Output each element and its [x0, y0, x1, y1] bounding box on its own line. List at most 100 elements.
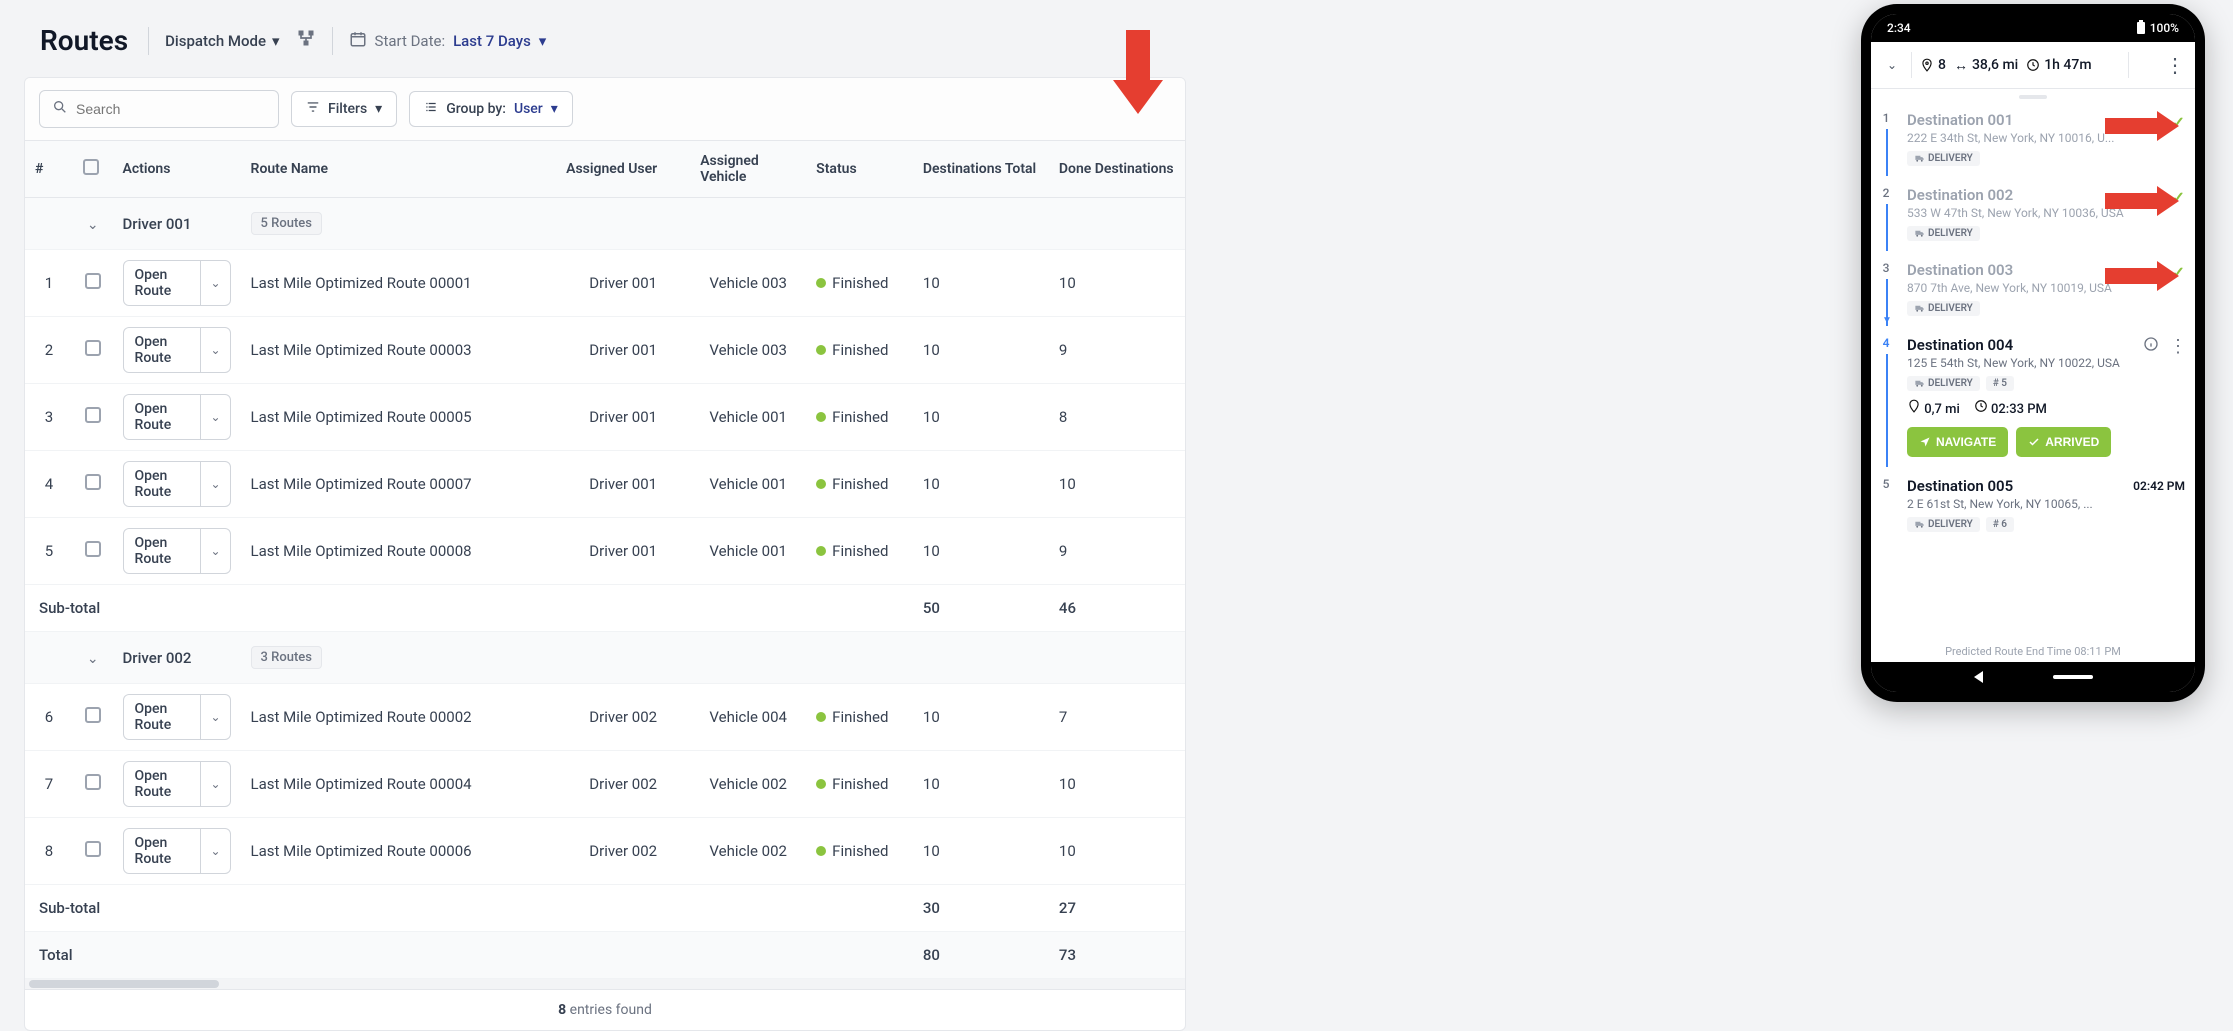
row-checkbox[interactable]	[85, 474, 101, 490]
drag-handle[interactable]	[2019, 95, 2047, 99]
table-row[interactable]: 1 Open Route ⌄ Last Mile Optimized Route…	[25, 250, 1185, 317]
chevron-down-icon: ▾	[375, 101, 382, 117]
table-row[interactable]: 7 Open Route ⌄ Last Mile Optimized Route…	[25, 751, 1185, 818]
navigate-button[interactable]: NAVIGATE	[1907, 427, 2008, 457]
assigned-vehicle: Vehicle 001	[690, 384, 806, 451]
assigned-user: Driver 001	[556, 317, 690, 384]
group-row[interactable]: ⌄ Driver 002 3 Routes	[25, 632, 1185, 684]
destinations-total: 10	[913, 684, 1049, 751]
open-route-caret[interactable]: ⌄	[200, 529, 229, 573]
destination-item[interactable]: 5 Destination 005 2 E 61st St, New York,…	[1871, 467, 2195, 542]
status-cell: Finished	[806, 384, 913, 451]
row-checkbox[interactable]	[85, 541, 101, 557]
open-route-button[interactable]: Open Route ⌄	[123, 461, 231, 507]
table-row[interactable]: 3 Open Route ⌄ Last Mile Optimized Route…	[25, 384, 1185, 451]
status-cell: Finished	[806, 250, 913, 317]
open-route-caret[interactable]: ⌄	[200, 328, 229, 372]
table-row[interactable]: 6 Open Route ⌄ Last Mile Optimized Route…	[25, 684, 1185, 751]
select-all-checkbox[interactable]	[83, 159, 99, 175]
col-route-name[interactable]: Route Name	[241, 141, 557, 198]
row-number: 5	[25, 518, 73, 585]
open-route-button[interactable]: Open Route ⌄	[123, 761, 231, 807]
chevron-down-icon: ▾	[551, 101, 558, 117]
open-route-caret[interactable]: ⌄	[200, 462, 229, 506]
open-route-label[interactable]: Open Route	[124, 695, 201, 739]
kebab-menu-icon[interactable]: ⋮	[2169, 336, 2187, 357]
chevron-down-icon[interactable]: ⌄	[87, 217, 99, 233]
groupby-button[interactable]: Group by: User ▾	[409, 91, 573, 127]
destination-item[interactable]: 1 Destination 001 222 E 34th St, New Yor…	[1871, 101, 2195, 176]
col-actions[interactable]: Actions	[113, 141, 241, 198]
open-route-button[interactable]: Open Route ⌄	[123, 694, 231, 740]
col-assigned-vehicle[interactable]: Assigned Vehicle	[690, 141, 806, 198]
open-route-button[interactable]: Open Route ⌄	[123, 828, 231, 874]
assigned-vehicle: Vehicle 003	[690, 250, 806, 317]
table-row[interactable]: 2 Open Route ⌄ Last Mile Optimized Route…	[25, 317, 1185, 384]
destinations-list[interactable]: 1 Destination 001 222 E 34th St, New Yor…	[1871, 101, 2195, 641]
row-number: 6	[25, 684, 73, 751]
group-row[interactable]: ⌄ Driver 001 5 Routes	[25, 198, 1185, 250]
open-route-button[interactable]: Open Route ⌄	[123, 260, 231, 306]
open-route-label[interactable]: Open Route	[124, 829, 201, 873]
entries-suffix: entries found	[566, 1002, 652, 1018]
android-back-button[interactable]	[1974, 671, 1983, 683]
arrived-button[interactable]: ARRIVED	[2016, 427, 2111, 457]
row-checkbox[interactable]	[85, 273, 101, 289]
chevron-down-icon: ▾	[272, 32, 280, 50]
assigned-vehicle: Vehicle 002	[690, 818, 806, 885]
open-route-caret[interactable]: ⌄	[200, 762, 229, 806]
collapse-chevron-icon[interactable]: ⌄	[1881, 58, 1903, 72]
arrow-down-icon: ▼	[1882, 315, 1892, 326]
table-row[interactable]: 8 Open Route ⌄ Last Mile Optimized Route…	[25, 818, 1185, 885]
horizontal-scrollbar[interactable]	[25, 979, 1185, 989]
open-route-caret[interactable]: ⌄	[200, 261, 229, 305]
search-input[interactable]	[76, 101, 266, 117]
dispatch-mode-dropdown[interactable]: Dispatch Mode ▾	[165, 32, 279, 50]
search-input-wrap[interactable]	[39, 90, 279, 128]
kebab-menu-icon[interactable]: ⋮	[2165, 53, 2185, 77]
row-checkbox[interactable]	[85, 407, 101, 423]
open-route-label[interactable]: Open Route	[124, 395, 201, 439]
open-route-caret[interactable]: ⌄	[200, 829, 229, 873]
chevron-down-icon[interactable]: ⌄	[87, 651, 99, 667]
open-route-label[interactable]: Open Route	[124, 462, 201, 506]
filters-button[interactable]: Filters ▾	[291, 91, 397, 127]
col-destinations-total[interactable]: Destinations Total	[913, 141, 1049, 198]
col-number[interactable]: #	[25, 141, 73, 198]
open-route-label[interactable]: Open Route	[124, 529, 201, 573]
info-icon[interactable]	[2143, 336, 2159, 357]
open-route-button[interactable]: Open Route ⌄	[123, 528, 231, 574]
groupby-label: Group by:	[446, 101, 506, 117]
delivery-tag: DELIVERY	[1907, 226, 1980, 241]
destinations-total: 10	[913, 518, 1049, 585]
date-range-picker[interactable]: Start Date: Last 7 Days ▾	[349, 30, 547, 52]
open-route-label[interactable]: Open Route	[124, 261, 201, 305]
start-date-label: Start Date:	[375, 32, 446, 50]
scrollbar-thumb[interactable]	[29, 980, 219, 988]
row-checkbox[interactable]	[85, 340, 101, 356]
stops-stat: 8	[1920, 57, 1946, 73]
open-route-label[interactable]: Open Route	[124, 762, 201, 806]
col-status[interactable]: Status	[806, 141, 913, 198]
destination-item[interactable]: 4 Destination 004 125 E 54th St, New Yor…	[1871, 326, 2195, 467]
table-row[interactable]: 5 Open Route ⌄ Last Mile Optimized Route…	[25, 518, 1185, 585]
open-route-caret[interactable]: ⌄	[200, 695, 229, 739]
android-home-button[interactable]	[2053, 675, 2093, 679]
col-assigned-user[interactable]: Assigned User	[556, 141, 690, 198]
orgchart-icon[interactable]	[296, 28, 316, 53]
row-number: 2	[25, 317, 73, 384]
status-dot-icon	[816, 345, 826, 355]
open-route-button[interactable]: Open Route ⌄	[123, 394, 231, 440]
open-route-button[interactable]: Open Route ⌄	[123, 327, 231, 373]
table-row[interactable]: 4 Open Route ⌄ Last Mile Optimized Route…	[25, 451, 1185, 518]
col-done-destinations[interactable]: Done Destinations	[1049, 141, 1185, 198]
destination-item[interactable]: 2 Destination 002 533 W 47th St, New Yor…	[1871, 176, 2195, 251]
row-checkbox[interactable]	[85, 841, 101, 857]
destination-item[interactable]: 3 ▼ Destination 003 870 7th Ave, New Yor…	[1871, 251, 2195, 326]
status-cell: Finished	[806, 751, 913, 818]
open-route-label[interactable]: Open Route	[124, 328, 201, 372]
open-route-caret[interactable]: ⌄	[200, 395, 229, 439]
route-summary-bar: ⌄ 8 ↔ 38,6 mi 1h 47m ⋮	[1871, 42, 2195, 89]
row-checkbox[interactable]	[85, 774, 101, 790]
row-checkbox[interactable]	[85, 707, 101, 723]
